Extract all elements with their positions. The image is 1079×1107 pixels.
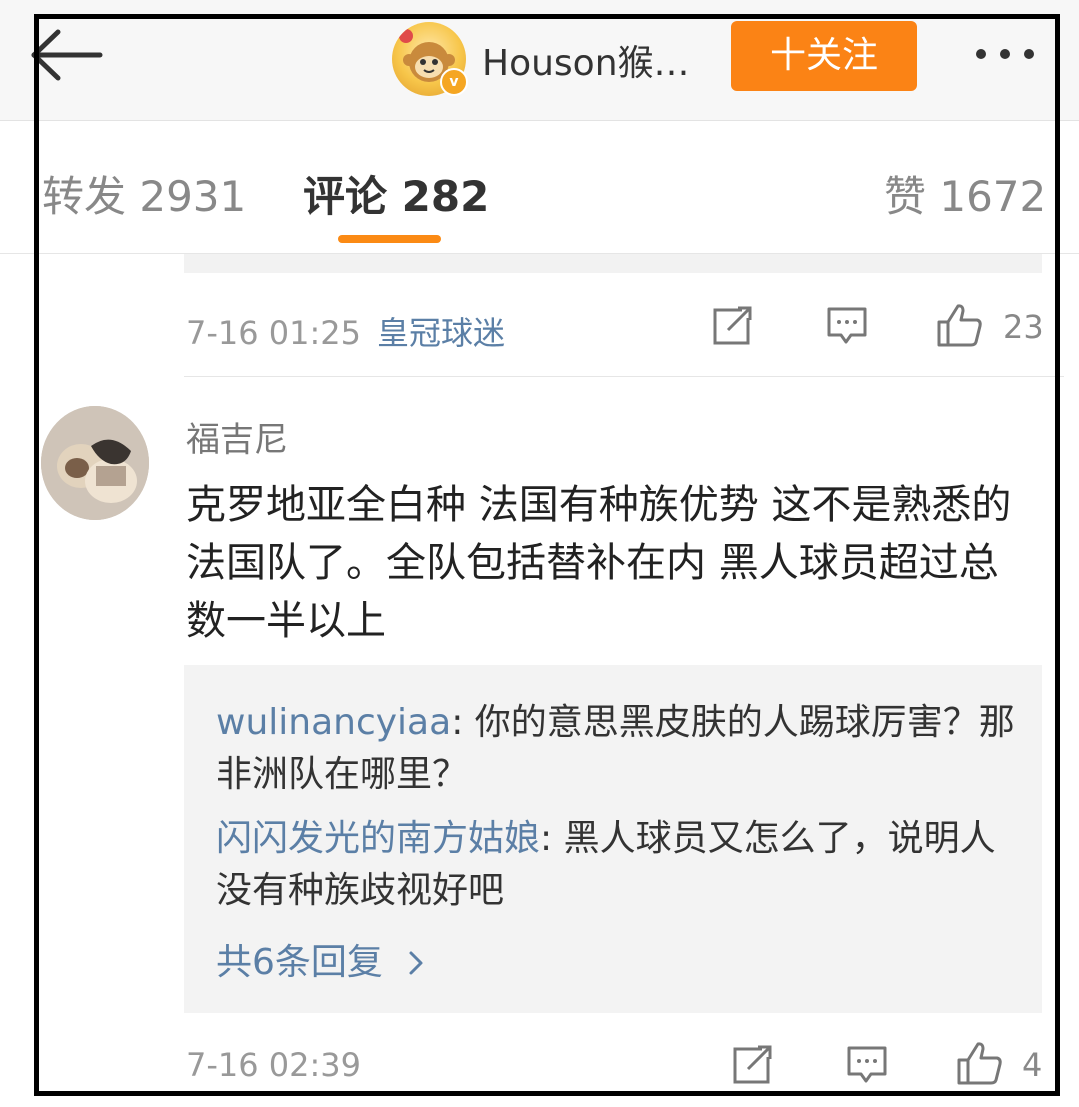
commenter-name[interactable]: 福吉尼 [186,412,288,461]
tab-likes[interactable]: 赞 1672 [884,163,1046,224]
tab-comments[interactable]: 评论 282 [303,163,489,224]
view-more-replies-link[interactable]: 共6条回复 [216,933,426,985]
like-count: 23 [1003,308,1044,346]
comment-icon[interactable] [826,306,868,346]
comment-divider [184,376,1064,377]
tab-bar: 转发 2931 评论 282 赞 1672 [0,121,1079,254]
comment-body: 克罗地亚全白种 法国有种族优势 这不是熟悉的法国队了。全队包括替补在内 黑人球员… [186,482,1012,644]
share-icon[interactable] [732,1045,774,1085]
reply-item: wulinancyiaa: 你的意思黑皮肤的人踢球厉害？那非洲队在哪里？ [216,697,1016,801]
comment-icon[interactable] [846,1045,888,1085]
comment-meta: 7-16 01:25 皇冠球迷 [186,308,505,354]
author-name[interactable]: Houson猴… [482,34,690,86]
share-icon[interactable] [712,306,754,346]
tab-reposts[interactable]: 转发 2931 [42,163,246,224]
dog-avatar-icon [41,406,149,520]
comment-time: 7-16 02:39 [186,1046,362,1084]
reply-author[interactable]: wulinancyiaa [216,702,451,743]
previous-comment-tail [184,254,1042,273]
top-bar: v Houson猴… 十关注 [0,0,1079,121]
replies-box[interactable]: wulinancyiaa: 你的意思黑皮肤的人踢球厉害？那非洲队在哪里？ 闪闪发… [184,665,1042,1013]
verified-badge-icon: v [440,68,468,96]
comment-time: 7-16 01:25 [186,314,362,352]
reply-author[interactable]: 闪闪发光的南方姑娘 [216,818,540,859]
more-replies-label: 共6条回复 [216,942,383,983]
back-arrow-icon[interactable] [28,28,104,82]
active-tab-indicator [338,235,441,243]
chevron-right-icon [409,951,423,975]
comment-source[interactable]: 皇冠球迷 [377,314,505,352]
like-icon[interactable] [956,1040,1004,1086]
reply-item: 闪闪发光的南方姑娘: 黑人球员又怎么了，说明人没有种族歧视好吧 [216,813,1016,917]
comment-meta: 7-16 02:39 [186,1046,361,1084]
like-count: 4 [1022,1046,1043,1084]
more-options-icon[interactable] [976,44,1052,66]
follow-button[interactable]: 十关注 [731,21,917,91]
like-icon[interactable] [936,302,984,348]
commenter-avatar[interactable] [41,406,149,520]
